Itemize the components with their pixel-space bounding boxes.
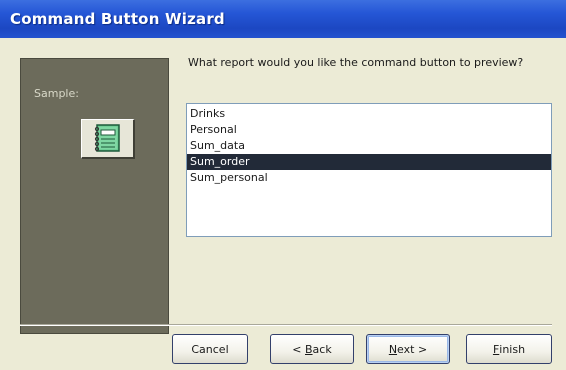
next-button[interactable]: Next >: [366, 334, 450, 364]
wizard-body: Sample: What report would you like the c…: [0, 38, 566, 370]
list-item-personal[interactable]: Personal: [187, 122, 551, 138]
list-item-drinks[interactable]: Drinks: [187, 106, 551, 122]
report-question-label: What report would you like the command b…: [188, 56, 524, 69]
finish-button[interactable]: Finish: [466, 334, 552, 364]
next-button-mnemonic: N: [388, 342, 398, 356]
list-item-sum-order[interactable]: Sum_order: [187, 154, 551, 170]
finish-button-rest: inish: [499, 342, 526, 356]
list-item-sum-data[interactable]: Sum_data: [187, 138, 551, 154]
next-button-rest: ext >: [397, 342, 428, 356]
cancel-button[interactable]: Cancel: [172, 334, 248, 364]
back-button[interactable]: < Back: [270, 334, 354, 364]
back-button-prefix: <: [292, 342, 305, 356]
button-separator: [20, 324, 552, 326]
back-button-rest: ack: [312, 342, 332, 356]
report-listbox[interactable]: Drinks Personal Sum_data Sum_order Sum_p…: [186, 103, 552, 237]
window-title: Command Button Wizard: [10, 10, 225, 28]
cancel-button-label: Cancel: [191, 342, 229, 356]
sample-command-button: [81, 119, 135, 159]
command-button-wizard-window: Command Button Wizard Sample: What repor…: [0, 0, 566, 370]
back-button-mnemonic: B: [305, 342, 313, 356]
sample-panel: Sample:: [20, 58, 169, 334]
sample-label: Sample:: [34, 87, 79, 100]
title-bar[interactable]: Command Button Wizard: [0, 0, 566, 38]
list-item-sum-personal[interactable]: Sum_personal: [187, 170, 551, 186]
report-notebook-icon: [94, 124, 120, 152]
